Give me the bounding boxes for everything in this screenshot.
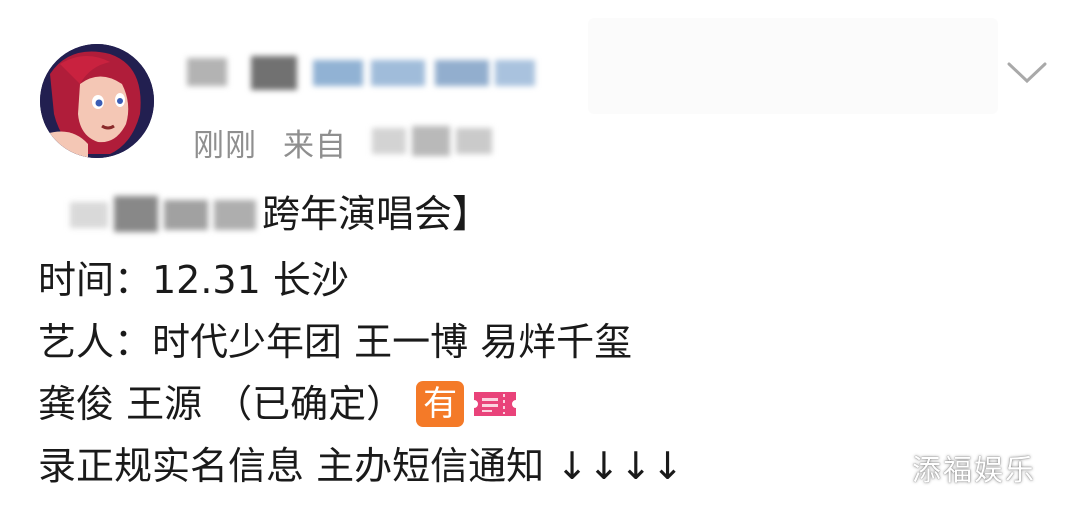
title-redacted <box>66 190 262 238</box>
redacted-area <box>588 18 998 114</box>
ticket-icon <box>470 384 520 424</box>
line-time-text: 时间：12.31 长沙 <box>38 258 349 302</box>
avatar[interactable] <box>40 44 154 158</box>
post-title: 跨年演唱会】 <box>262 190 490 238</box>
line-time: 时间：12.31 长沙 <box>38 256 349 304</box>
chevron-down-icon[interactable] <box>1006 60 1048 86</box>
post-meta: 刚刚 来自 <box>193 118 347 166</box>
line-notice: 录正规实名信息 主办短信通知 ↓↓↓↓ <box>38 442 684 490</box>
line-artists-text: 艺人：时代少年团 王一博 易烊千玺 <box>38 320 633 364</box>
source-prefix: 来自 <box>283 127 347 164</box>
line-notice-text: 录正规实名信息 主办短信通知 ↓↓↓↓ <box>38 444 684 488</box>
source-redacted[interactable] <box>368 122 498 160</box>
weibo-post: 刚刚 来自 跨年演唱会】 时间：12.31 长沙 艺人：时代少年团 王一博 易烊… <box>0 0 1073 505</box>
line-artists: 艺人：时代少年团 王一博 易烊千玺 <box>38 318 632 366</box>
line-artists-cont: 龚俊 王源 （已确定） 有 <box>38 380 520 428</box>
watermark: 添福娱乐 <box>912 453 1037 487</box>
username-redacted[interactable] <box>185 52 545 94</box>
line-artists-cont-text: 龚俊 王源 （已确定） <box>38 382 405 426</box>
you-emoji-icon: 有 <box>416 381 465 427</box>
post-time: 刚刚 <box>193 127 257 164</box>
title-suffix: 跨年演唱会】 <box>262 192 491 236</box>
